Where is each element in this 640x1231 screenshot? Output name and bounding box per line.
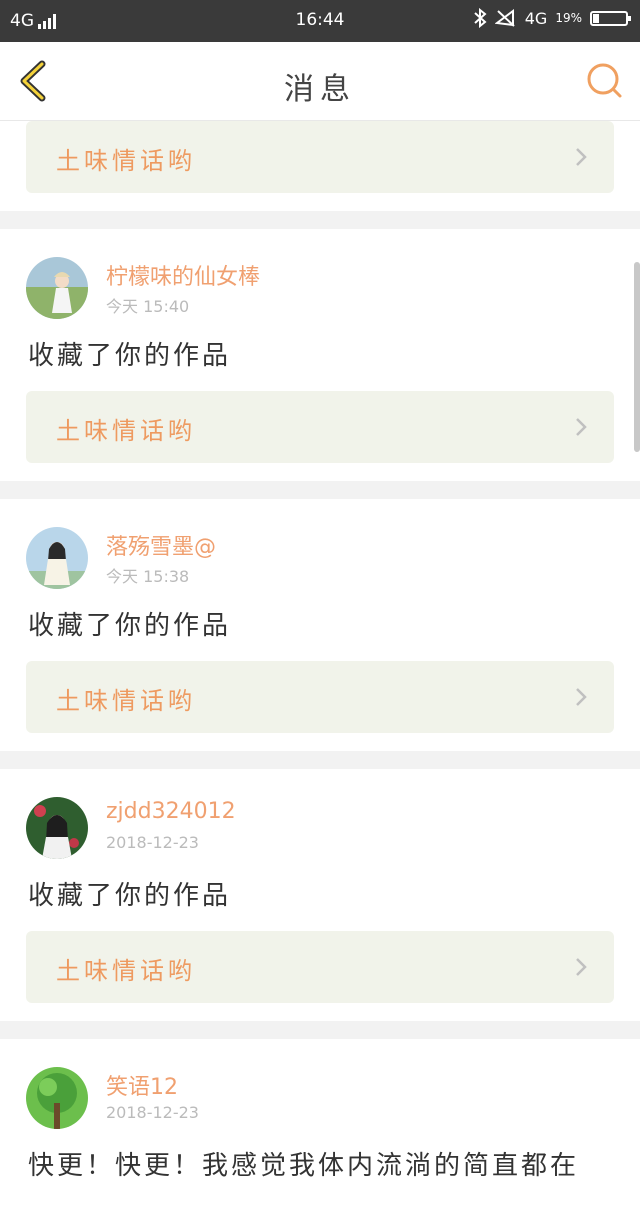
card-header: 落殇雪墨@ 今天 15:38 [0,499,640,593]
notification-card: 笑语12 2018-12-23 快更！快更！我感觉我体内流淌的简直都在 [0,1039,640,1231]
chevron-right-icon [576,418,587,436]
notification-list: 土味情话哟 柠檬味的仙女棒 今天 15:40 收藏了你的作品 土味情话哟 落殇雪… [0,121,640,1231]
work-title: 土味情话哟 [56,687,196,715]
work-link[interactable]: 土味情话哟 [26,391,614,463]
page-title: 消息 [284,72,356,107]
network-type-right: 4G [524,8,548,28]
avatar-image [26,257,88,319]
action-text: 收藏了你的作品 [28,341,232,371]
battery-fill [593,13,600,23]
avatar-image [26,527,88,589]
scrollbar[interactable] [634,262,640,452]
chevron-right-icon [576,148,587,166]
work-link[interactable]: 土味情话哟 [26,661,614,733]
avatar[interactable] [26,797,88,859]
notification-card: 柠檬味的仙女棒 今天 15:40 收藏了你的作品 土味情话哟 [0,229,640,481]
card-header: 柠檬味的仙女棒 今天 15:40 [0,229,640,323]
timestamp: 今天 15:38 [106,567,190,586]
avatar[interactable] [26,257,88,319]
battery-icon [590,10,631,26]
avatar-image [26,1067,88,1129]
action-text: 收藏了你的作品 [28,881,232,911]
notification-card: 土味情话哟 [0,121,640,211]
work-title: 土味情话哟 [56,417,196,445]
avatar[interactable] [26,1067,88,1129]
timestamp: 2018-12-23 [106,1103,199,1122]
work-title: 土味情话哟 [56,957,196,985]
timestamp: 今天 15:40 [106,297,190,316]
card-header: zjdd324012 2018-12-23 [0,769,640,863]
notification-card: zjdd324012 2018-12-23 收藏了你的作品 土味情话哟 [0,769,640,1021]
status-bar: 4G 16:44 4G 19% [0,0,640,42]
status-icons-right: 4G 19% [473,8,631,28]
battery-percent: 19% [555,11,582,25]
username[interactable]: zjdd324012 [106,799,236,824]
action-text: 收藏了你的作品 [28,611,232,641]
work-link[interactable]: 土味情话哟 [26,931,614,1003]
username[interactable]: 柠檬味的仙女棒 [106,259,260,291]
work-title: 土味情话哟 [56,147,196,175]
mute-icon [494,9,515,27]
avatar-image [26,797,88,859]
username[interactable]: 落殇雪墨@ [106,529,216,561]
card-header: 笑语12 2018-12-23 [0,1039,640,1133]
chevron-right-icon [576,958,587,976]
bluetooth-icon [474,8,487,28]
username[interactable]: 笑语12 [106,1069,178,1101]
work-link[interactable]: 土味情话哟 [26,121,614,193]
nav-bar: 消息 [0,42,640,121]
notification-card: 落殇雪墨@ 今天 15:38 收藏了你的作品 土味情话哟 [0,499,640,751]
avatar[interactable] [26,527,88,589]
timestamp: 2018-12-23 [106,833,199,852]
search-icon[interactable] [584,60,626,102]
chevron-right-icon [576,688,587,706]
comment-text: 快更！快更！我感觉我体内流淌的简直都在 [28,1151,580,1181]
